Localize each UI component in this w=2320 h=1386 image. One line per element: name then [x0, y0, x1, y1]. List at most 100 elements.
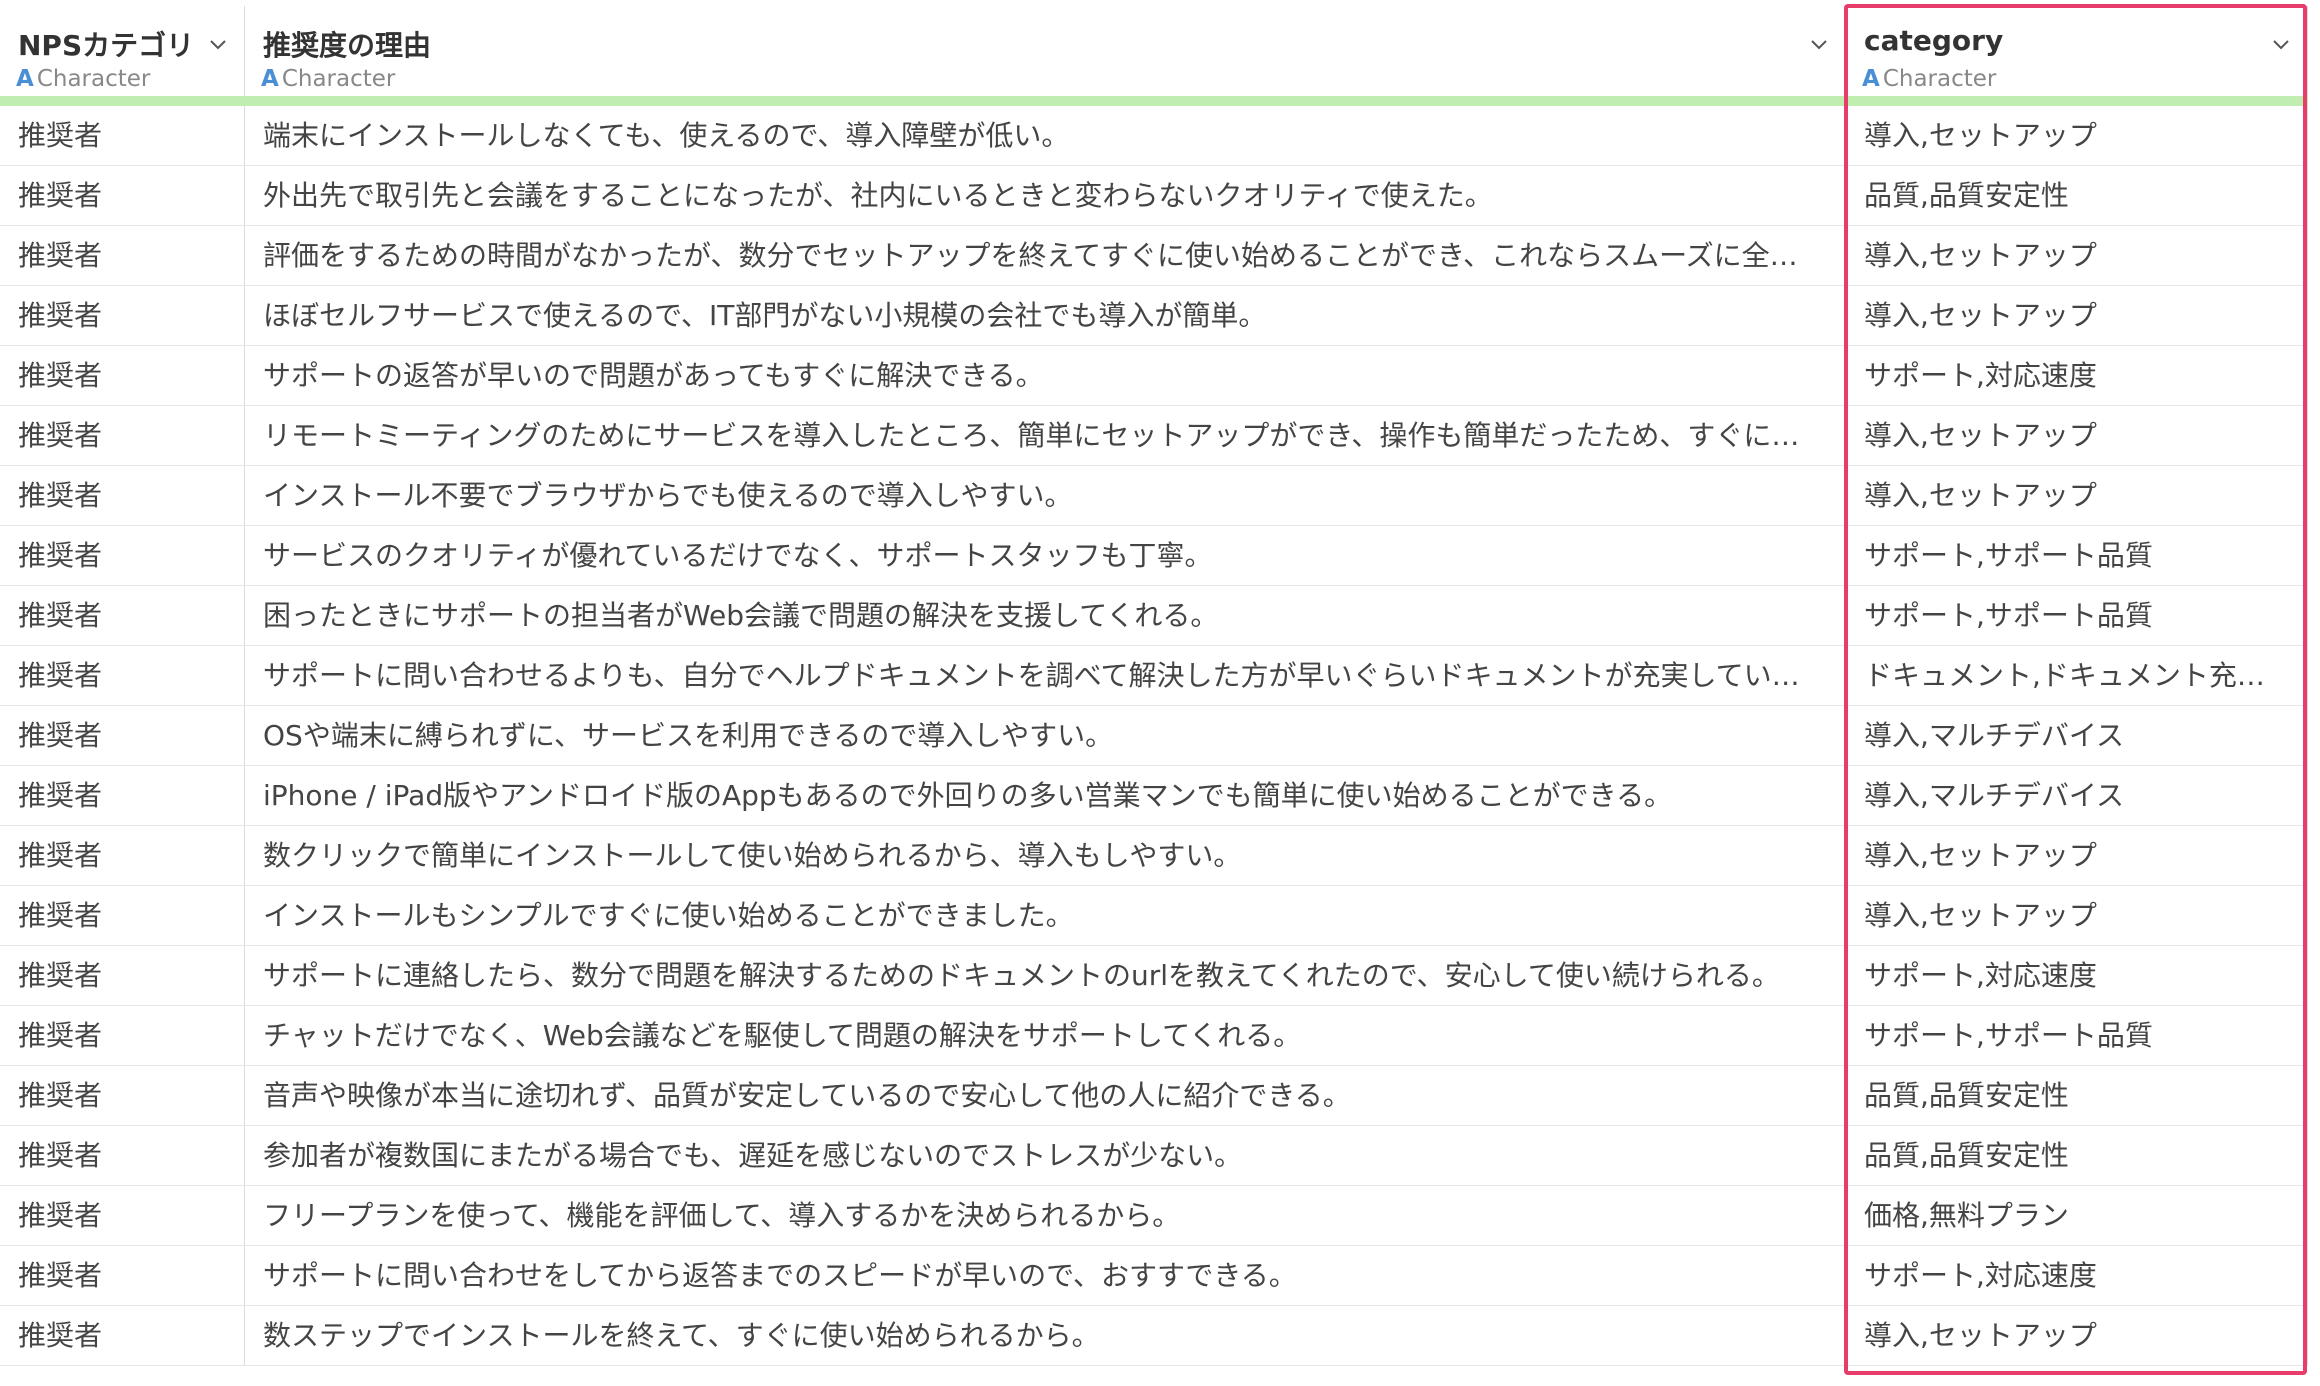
character-type-icon: A: [16, 66, 34, 92]
category-cell[interactable]: サポート,サポート品質: [1846, 586, 2308, 645]
reason-cell[interactable]: 評価をするための時間がなかったが、数分でセットアップを終えてすぐに使い始めること…: [245, 226, 1846, 285]
nps-category-cell[interactable]: 推奨者: [0, 1246, 245, 1305]
nps-category-cell[interactable]: 推奨者: [0, 646, 245, 705]
column-type: A Character: [16, 66, 151, 92]
table-row: 推奨者 端末にインストールしなくても、使えるので、導入障壁が低い。 導入,セットアッ…: [0, 106, 2308, 166]
reason-cell[interactable]: ほぼセルフサービスで使えるので、IT部門がない小規模の会社でも導入が簡単。: [245, 286, 1846, 345]
reason-cell[interactable]: 音声や映像が本当に途切れず、品質が安定しているので安心して他の人に紹介できる。: [245, 1066, 1846, 1125]
category-cell[interactable]: 導入,セットアップ: [1846, 226, 2308, 285]
nps-category-cell[interactable]: 推奨者: [0, 1306, 245, 1365]
reason-cell[interactable]: チャットだけでなく、Web会議などを駆使して問題の解決をサポートしてくれる。: [245, 1006, 1846, 1065]
category-cell[interactable]: 導入,セットアップ: [1846, 466, 2308, 525]
column-quality-bar: [0, 96, 2308, 106]
nps-category-cell[interactable]: 推奨者: [0, 766, 245, 825]
category-cell[interactable]: サポート,サポート品質: [1846, 1006, 2308, 1065]
column-name: NPSカテゴリ: [18, 29, 195, 62]
nps-category-cell[interactable]: 推奨者: [0, 106, 245, 165]
column-type: A Character: [261, 66, 396, 92]
category-cell[interactable]: 導入,セットアップ: [1846, 286, 2308, 345]
category-cell[interactable]: 導入,マルチデバイス: [1846, 706, 2308, 765]
reason-cell[interactable]: 困ったときにサポートの担当者がWeb会議で問題の解決を支援してくれる。: [245, 586, 1846, 645]
table-header: NPSカテゴリ A Character 推奨度の理由 A Character cat…: [0, 6, 2308, 97]
reason-cell[interactable]: 数ステップでインストールを終えて、すぐに使い始められるから。: [245, 1306, 1846, 1365]
table-row: 推奨者 チャットだけでなく、Web会議などを駆使して問題の解決をサポートしてくれる…: [0, 1006, 2308, 1066]
table-row: 推奨者 サポートの返答が早いので問題があってもすぐに解決できる。 サポート,対応速度: [0, 346, 2308, 406]
category-cell[interactable]: サポート,サポート品質: [1846, 526, 2308, 585]
nps-category-cell[interactable]: 推奨者: [0, 166, 245, 225]
table-row: 推奨者 困ったときにサポートの担当者がWeb会議で問題の解決を支援してくれる。 サポ…: [0, 586, 2308, 646]
table-row: 推奨者 フリープランを使って、機能を評価して、導入するかを決められるから。 価格,無…: [0, 1186, 2308, 1246]
category-cell[interactable]: 導入,セットアップ: [1846, 1306, 2308, 1365]
category-cell[interactable]: 品質,品質安定性: [1846, 166, 2308, 225]
table-row: 推奨者 サービスのクオリティが優れているだけでなく、サポートスタッフも丁寧。 サポー…: [0, 526, 2308, 586]
column-name: category: [1864, 24, 2004, 57]
table-row: 推奨者 サポートに問い合わせるよりも、自分でヘルプドキュメントを調べて解決した方が…: [0, 646, 2308, 706]
nps-category-cell[interactable]: 推奨者: [0, 406, 245, 465]
column-header-category[interactable]: category A Character: [1846, 6, 2308, 96]
reason-cell[interactable]: 参加者が複数国にまたがる場合でも、遅延を感じないのでストレスが少ない。: [245, 1126, 1846, 1185]
reason-cell[interactable]: 外出先で取引先と会議をすることになったが、社内にいるときと変わらないクオリティで…: [245, 166, 1846, 225]
character-type-icon: A: [1862, 66, 1880, 92]
reason-cell[interactable]: サポートに問い合わせるよりも、自分でヘルプドキュメントを調べて解決した方が早いぐ…: [245, 646, 1846, 705]
table-row: 推奨者 音声や映像が本当に途切れず、品質が安定しているので安心して他の人に紹介でき…: [0, 1066, 2308, 1126]
reason-cell[interactable]: サポートの返答が早いので問題があってもすぐに解決できる。: [245, 346, 1846, 405]
reason-cell[interactable]: インストールもシンプルですぐに使い始めることができました。: [245, 886, 1846, 945]
nps-category-cell[interactable]: 推奨者: [0, 586, 245, 645]
category-cell[interactable]: 導入,セットアップ: [1846, 886, 2308, 945]
table-row: 推奨者 OSや端末に縛られずに、サービスを利用できるので導入しやすい。 導入,マルチ…: [0, 706, 2308, 766]
reason-cell[interactable]: サービスのクオリティが優れているだけでなく、サポートスタッフも丁寧。: [245, 526, 1846, 585]
category-cell[interactable]: 導入,マルチデバイス: [1846, 766, 2308, 825]
category-cell[interactable]: 導入,セットアップ: [1846, 406, 2308, 465]
table-row: 推奨者 参加者が複数国にまたがる場合でも、遅延を感じないのでストレスが少ない。 品質…: [0, 1126, 2308, 1186]
table-row: 推奨者 リモートミーティングのためにサービスを導入したところ、簡単にセットアップが…: [0, 406, 2308, 466]
chevron-down-icon[interactable]: [210, 36, 226, 52]
category-cell[interactable]: 品質,品質安定性: [1846, 1126, 2308, 1185]
reason-cell[interactable]: フリープランを使って、機能を評価して、導入するかを決められるから。: [245, 1186, 1846, 1245]
nps-category-cell[interactable]: 推奨者: [0, 226, 245, 285]
reason-cell[interactable]: 端末にインストールしなくても、使えるので、導入障壁が低い。: [245, 106, 1846, 165]
nps-category-cell[interactable]: 推奨者: [0, 1186, 245, 1245]
column-name: 推奨度の理由: [263, 29, 432, 62]
table-row: 推奨者 評価をするための時間がなかったが、数分でセットアップを終えてすぐに使い始め…: [0, 226, 2308, 286]
category-cell[interactable]: サポート,対応速度: [1846, 1246, 2308, 1305]
nps-category-cell[interactable]: 推奨者: [0, 526, 245, 585]
nps-category-cell[interactable]: 推奨者: [0, 346, 245, 405]
nps-category-cell[interactable]: 推奨者: [0, 826, 245, 885]
chevron-down-icon[interactable]: [1811, 36, 1827, 52]
table-row: 推奨者 外出先で取引先と会議をすることになったが、社内にいるときと変わらないクオリ…: [0, 166, 2308, 226]
table-row: 推奨者 サポートに問い合わせをしてから返答までのスピードが早いので、おすすできる。…: [0, 1246, 2308, 1306]
nps-category-cell[interactable]: 推奨者: [0, 946, 245, 1005]
category-cell[interactable]: サポート,対応速度: [1846, 346, 2308, 405]
chevron-down-icon[interactable]: [2273, 36, 2289, 52]
column-type: A Character: [1862, 66, 1997, 92]
table-row: 推奨者 ほぼセルフサービスで使えるので、IT部門がない小規模の会社でも導入が簡単。…: [0, 286, 2308, 346]
nps-category-cell[interactable]: 推奨者: [0, 1066, 245, 1125]
table-row: 推奨者 iPhone / iPad版やアンドロイド版のAppもあるので外回りの多い…: [0, 766, 2308, 826]
table-row: 推奨者 数ステップでインストールを終えて、すぐに使い始められるから。 導入,セットア…: [0, 1306, 2308, 1366]
reason-cell[interactable]: インストール不要でブラウザからでも使えるので導入しやすい。: [245, 466, 1846, 525]
table-row: 推奨者 サポートに連絡したら、数分で問題を解決するためのドキュメントのurlを教え…: [0, 946, 2308, 1006]
category-cell[interactable]: 導入,セットアップ: [1846, 826, 2308, 885]
category-cell[interactable]: 品質,品質安定性: [1846, 1066, 2308, 1125]
nps-category-cell[interactable]: 推奨者: [0, 466, 245, 525]
nps-category-cell[interactable]: 推奨者: [0, 706, 245, 765]
table-row: 推奨者 インストールもシンプルですぐに使い始めることができました。 導入,セットアッ…: [0, 886, 2308, 946]
category-cell[interactable]: サポート,対応速度: [1846, 946, 2308, 1005]
reason-cell[interactable]: リモートミーティングのためにサービスを導入したところ、簡単にセットアップができ、…: [245, 406, 1846, 465]
nps-category-cell[interactable]: 推奨者: [0, 1006, 245, 1065]
category-cell[interactable]: 導入,セットアップ: [1846, 106, 2308, 165]
column-header-reason[interactable]: 推奨度の理由 A Character: [245, 6, 1846, 96]
nps-category-cell[interactable]: 推奨者: [0, 886, 245, 945]
reason-cell[interactable]: iPhone / iPad版やアンドロイド版のAppもあるので外回りの多い営業マ…: [245, 766, 1846, 825]
category-cell[interactable]: ドキュメント,ドキュメント充実度: [1846, 646, 2308, 705]
character-type-icon: A: [261, 66, 279, 92]
category-cell[interactable]: 価格,無料プラン: [1846, 1186, 2308, 1245]
reason-cell[interactable]: サポートに連絡したら、数分で問題を解決するためのドキュメントのurlを教えてくれ…: [245, 946, 1846, 1005]
reason-cell[interactable]: OSや端末に縛られずに、サービスを利用できるので導入しやすい。: [245, 706, 1846, 765]
reason-cell[interactable]: 数クリックで簡単にインストールして使い始められるから、導入もしやすい。: [245, 826, 1846, 885]
nps-category-cell[interactable]: 推奨者: [0, 286, 245, 345]
table-row: 推奨者 数クリックで簡単にインストールして使い始められるから、導入もしやすい。 導入…: [0, 826, 2308, 886]
reason-cell[interactable]: サポートに問い合わせをしてから返答までのスピードが早いので、おすすできる。: [245, 1246, 1846, 1305]
column-header-nps-category[interactable]: NPSカテゴリ A Character: [0, 6, 245, 96]
nps-category-cell[interactable]: 推奨者: [0, 1126, 245, 1185]
